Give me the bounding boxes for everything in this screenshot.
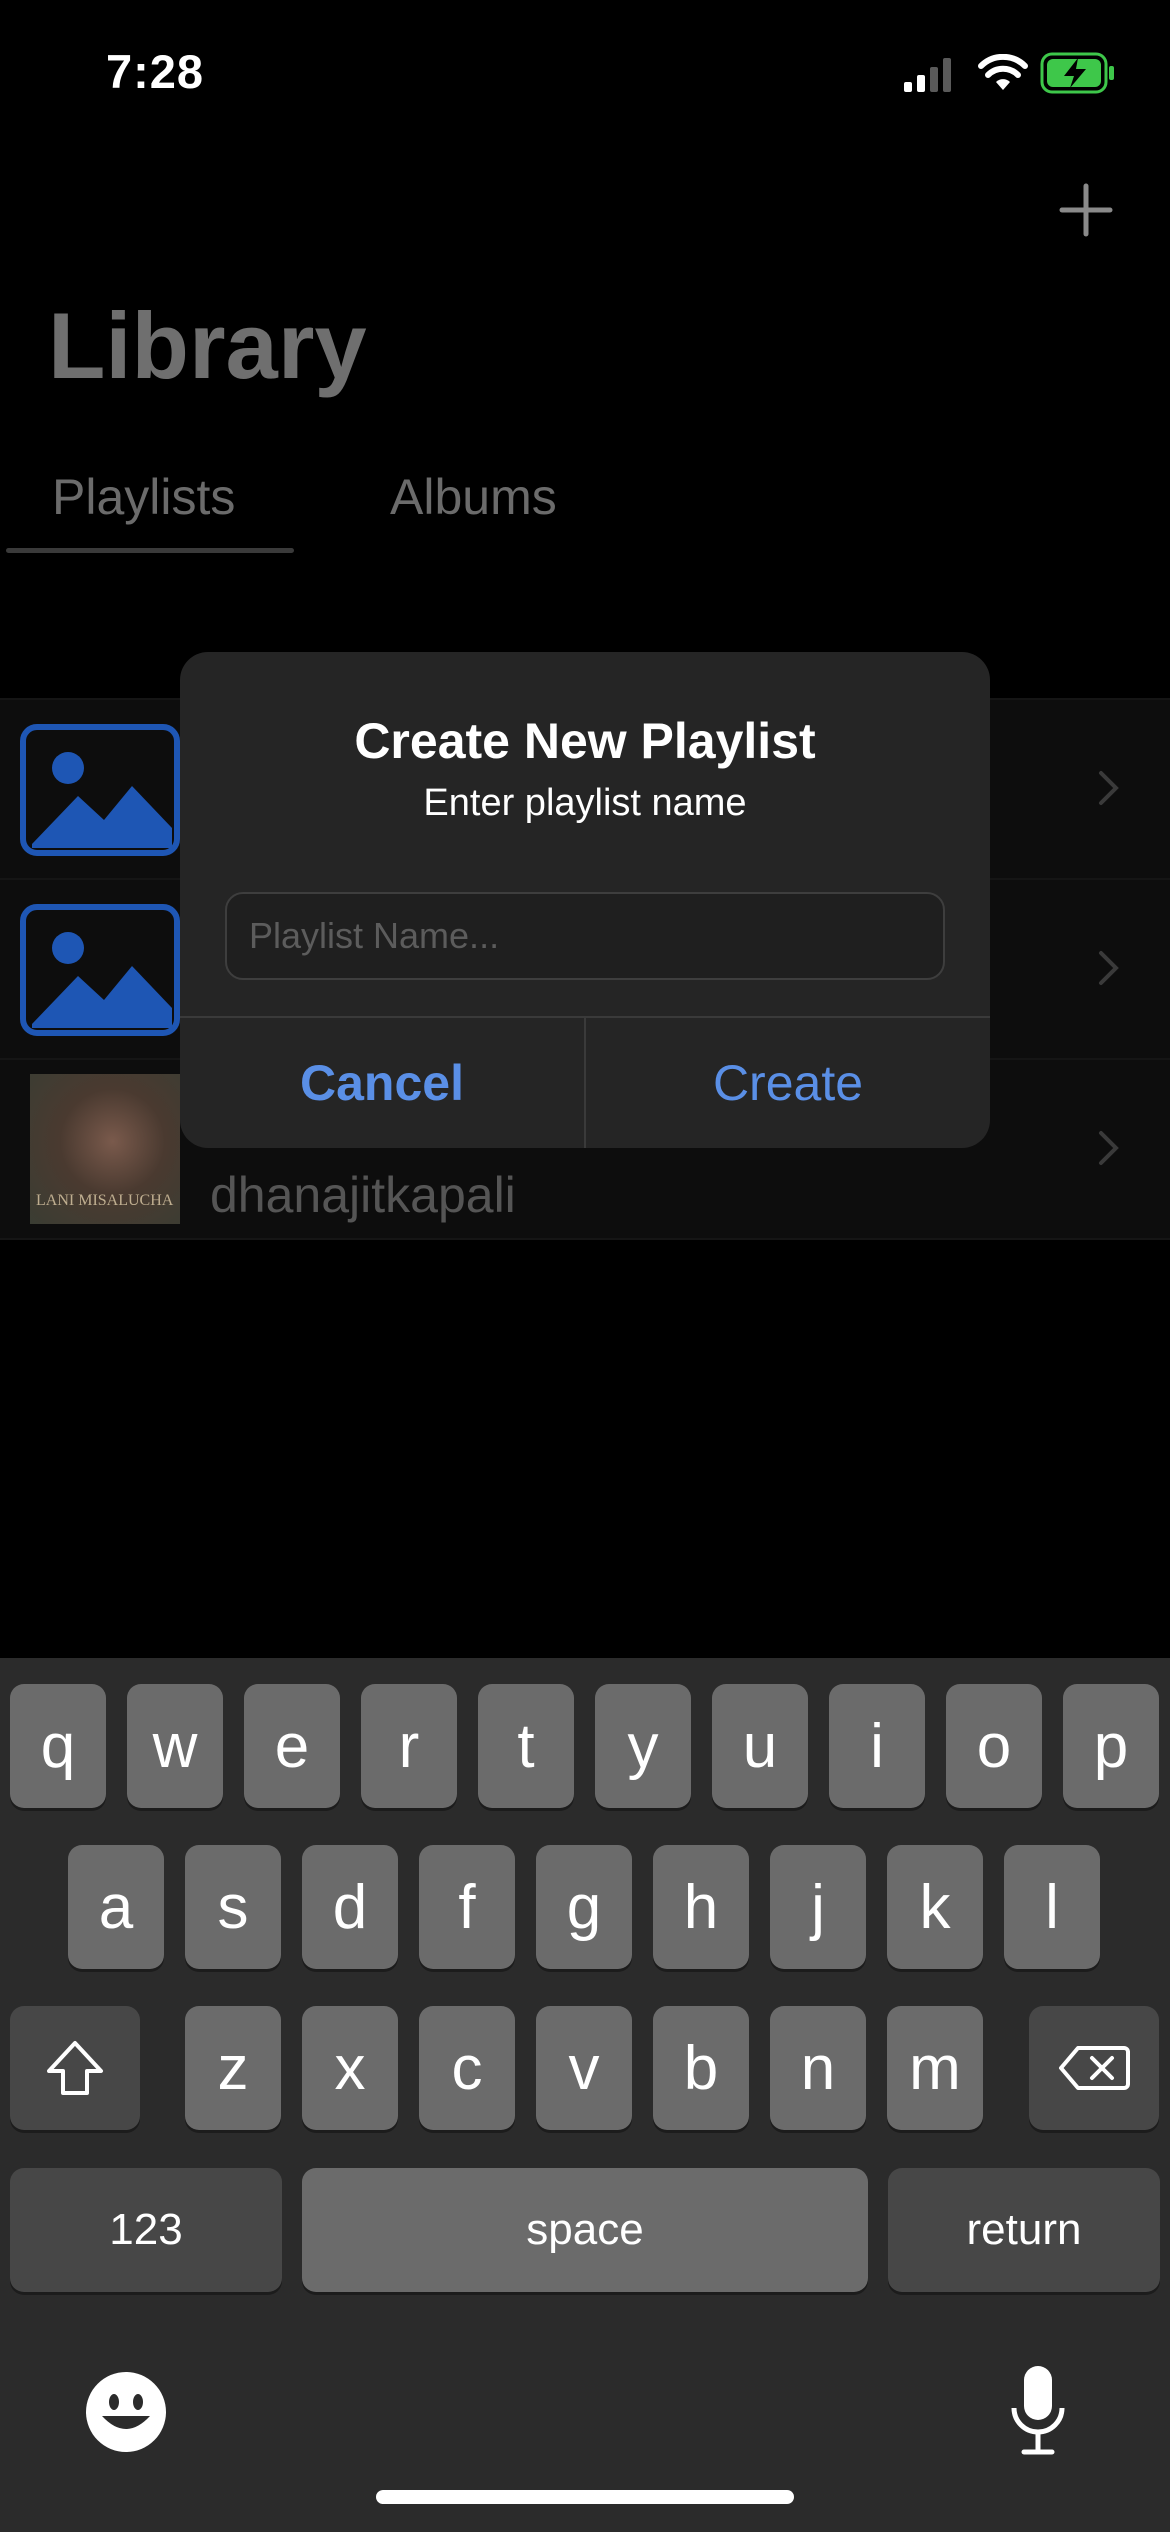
- key-h[interactable]: h: [653, 1845, 749, 1969]
- key-n[interactable]: n: [770, 2006, 866, 2130]
- home-indicator[interactable]: [376, 2490, 794, 2504]
- numbers-key[interactable]: 123: [10, 2168, 282, 2292]
- status-time: 7:28: [106, 45, 205, 98]
- space-key[interactable]: space: [302, 2168, 868, 2292]
- create-playlist-dialog: Create New Playlist Enter playlist name …: [180, 652, 990, 1148]
- tab-selected-indicator: [6, 548, 294, 553]
- key-z[interactable]: z: [185, 2006, 281, 2130]
- wifi-icon: [978, 54, 1028, 90]
- key-x[interactable]: x: [302, 2006, 398, 2130]
- delete-key[interactable]: [1029, 2006, 1159, 2130]
- create-button[interactable]: Create: [586, 1018, 990, 1148]
- battery-charging-icon: [1040, 52, 1114, 94]
- dialog-title: Create New Playlist: [354, 713, 816, 769]
- key-r[interactable]: r: [361, 1684, 457, 1808]
- key-p[interactable]: p: [1063, 1684, 1159, 1808]
- add-playlist-button[interactable]: [1058, 182, 1114, 238]
- key-m[interactable]: m: [887, 2006, 983, 2130]
- key-u[interactable]: u: [712, 1684, 808, 1808]
- key-b[interactable]: b: [653, 2006, 749, 2130]
- playlist-name-input[interactable]: [225, 892, 945, 980]
- playlist-owner: dhanajitkapali: [210, 1167, 516, 1223]
- key-c[interactable]: c: [419, 2006, 515, 2130]
- key-k[interactable]: k: [887, 1845, 983, 1969]
- dialog-message: Enter playlist name: [423, 782, 747, 824]
- chevron-right-icon: [1099, 771, 1119, 805]
- key-g[interactable]: g: [536, 1845, 632, 1969]
- key-w[interactable]: w: [127, 1684, 223, 1808]
- key-y[interactable]: y: [595, 1684, 691, 1808]
- key-q[interactable]: q: [10, 1684, 106, 1808]
- emoji-icon[interactable]: [84, 2370, 168, 2454]
- microphone-icon[interactable]: [1010, 2364, 1066, 2456]
- tab-playlists[interactable]: Playlists: [52, 468, 235, 526]
- key-a[interactable]: a: [68, 1845, 164, 1969]
- chevron-right-icon: [1099, 951, 1119, 985]
- image-placeholder-icon: [20, 724, 180, 856]
- chevron-right-icon: [1099, 1131, 1119, 1165]
- key-o[interactable]: o: [946, 1684, 1042, 1808]
- image-placeholder-icon: [20, 904, 180, 1036]
- key-t[interactable]: t: [478, 1684, 574, 1808]
- key-v[interactable]: v: [536, 2006, 632, 2130]
- shift-icon: [47, 2041, 103, 2095]
- tab-albums[interactable]: Albums: [390, 468, 557, 526]
- key-j[interactable]: j: [770, 1845, 866, 1969]
- key-e[interactable]: e: [244, 1684, 340, 1808]
- shift-key[interactable]: [10, 2006, 140, 2130]
- album-art-thumbnail: LANI MISALUCHA: [30, 1074, 180, 1224]
- key-f[interactable]: f: [419, 1845, 515, 1969]
- cellular-signal-icon: [904, 58, 951, 92]
- backspace-icon: [1059, 2046, 1130, 2090]
- key-d[interactable]: d: [302, 1845, 398, 1969]
- key-l[interactable]: l: [1004, 1845, 1100, 1969]
- key-s[interactable]: s: [185, 1845, 281, 1969]
- page-title: Library: [48, 293, 367, 398]
- cancel-button[interactable]: Cancel: [180, 1018, 584, 1148]
- album-art-text: LANI MISALUCHA: [36, 1192, 174, 1209]
- return-key[interactable]: return: [888, 2168, 1160, 2292]
- key-i[interactable]: i: [829, 1684, 925, 1808]
